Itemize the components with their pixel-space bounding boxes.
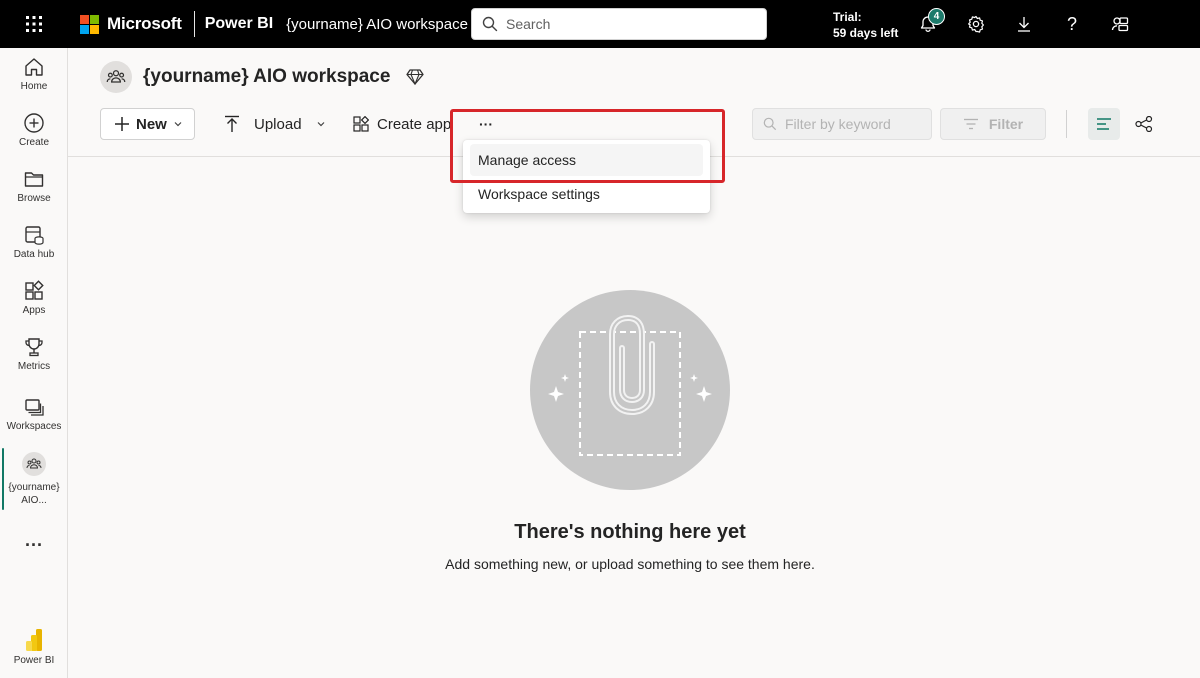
upload-button[interactable]: Upload <box>224 108 326 140</box>
empty-state-title: There's nothing here yet <box>514 521 746 543</box>
more-options-menu: Manage access Workspace settings <box>463 140 710 213</box>
nav-metrics-label: Metrics <box>17 361 51 372</box>
topbar-divider <box>193 11 195 37</box>
notifications-button[interactable]: 4 <box>904 0 952 48</box>
waffle-icon[interactable] <box>0 0 68 48</box>
lineage-view-button[interactable] <box>1128 108 1160 140</box>
menu-item-workspace-settings[interactable]: Workspace settings <box>470 178 703 210</box>
workspaces-icon <box>25 399 44 416</box>
nav-create[interactable]: Create <box>0 112 68 149</box>
nav-current-workspace[interactable]: {yourname} AIO... <box>0 452 68 507</box>
microsoft-logo-icon <box>80 14 99 34</box>
nav-metrics[interactable]: Metrics <box>0 336 68 373</box>
folder-icon <box>24 172 44 187</box>
home-icon <box>25 58 43 76</box>
nav-home-label: Home <box>20 81 48 92</box>
toolbar-divider <box>1066 110 1067 138</box>
trial-days-left: 59 days left <box>833 26 899 40</box>
workspace-header: {yourname} AIO workspace <box>100 61 425 93</box>
search-icon <box>482 16 498 32</box>
more-options-icon: ··· <box>479 116 493 132</box>
nav-powerbi[interactable]: Power BI <box>0 628 68 667</box>
empty-state-subtitle: Add something new, or upload something t… <box>445 556 815 572</box>
create-app-button[interactable]: Create app <box>353 108 451 140</box>
filter-icon <box>963 118 978 130</box>
upload-button-label: Upload <box>254 115 302 133</box>
nav-workspace-label-line1: {yourname} <box>8 482 60 493</box>
create-app-button-label: Create app <box>377 115 452 133</box>
data-hub-icon <box>25 226 44 245</box>
filter-keyword-box[interactable] <box>752 108 932 140</box>
trial-label: Trial: <box>833 10 862 24</box>
gear-icon <box>968 15 984 33</box>
nav-data-hub[interactable]: Data hub <box>0 224 68 261</box>
nav-create-label: Create <box>18 137 49 148</box>
new-button-label: New <box>136 115 167 133</box>
list-view-icon <box>1097 118 1111 130</box>
list-view-button[interactable] <box>1088 108 1120 140</box>
create-icon <box>24 113 44 133</box>
new-button[interactable]: New <box>100 108 195 140</box>
powerbi-logo-icon <box>26 629 42 651</box>
nav-browse[interactable]: Browse <box>0 168 68 205</box>
page-title: {yourname} AIO workspace <box>143 66 391 87</box>
notification-count-badge: 4 <box>928 8 945 25</box>
nav-apps-label: Apps <box>22 305 46 316</box>
top-bar: Microsoft Power BI {yourname} AIO worksp… <box>0 0 1200 48</box>
chevron-down-icon <box>317 122 324 127</box>
toolbar: New Upload Create app ··· Filter by keyw… <box>100 108 1180 140</box>
brand-label: Microsoft <box>107 14 182 33</box>
left-navigation: Home Create Browse Data hub Apps Metrics… <box>0 48 68 678</box>
nav-apps[interactable]: Apps <box>0 280 68 317</box>
upload-icon <box>225 115 239 132</box>
feedback-icon <box>1111 17 1129 32</box>
filter-button-label: Filter <box>988 116 1024 132</box>
workspace-people-icon <box>22 452 46 476</box>
nav-workspaces[interactable]: Workspaces <box>0 396 68 433</box>
microsoft-logo[interactable]: Microsoft <box>80 14 182 34</box>
nav-workspace-label-line2: AIO... <box>21 495 47 506</box>
app-name[interactable]: Power BI <box>205 15 273 33</box>
search-input[interactable] <box>506 16 746 32</box>
search-icon <box>763 117 777 131</box>
menu-item-manage-access[interactable]: Manage access <box>470 144 703 176</box>
nav-data-hub-label: Data hub <box>13 249 55 260</box>
chevron-down-icon <box>174 122 182 127</box>
workspace-people-icon <box>106 70 126 83</box>
lineage-icon <box>1135 116 1153 132</box>
filter-keyword-input[interactable] <box>785 116 925 132</box>
trial-status[interactable]: Trial: 59 days left <box>833 9 898 41</box>
workspace-breadcrumb[interactable]: {yourname} AIO workspace <box>286 16 468 33</box>
feedback-button[interactable] <box>1096 0 1144 48</box>
settings-button[interactable] <box>952 0 1000 48</box>
download-icon <box>1018 17 1030 32</box>
download-button[interactable] <box>1000 0 1048 48</box>
help-button[interactable]: ? <box>1048 0 1096 48</box>
filter-button[interactable]: Filter <box>940 108 1046 140</box>
paperclip-icon <box>548 315 712 456</box>
empty-state-illustration <box>530 290 730 490</box>
plus-icon <box>115 117 129 131</box>
trophy-icon <box>25 338 43 357</box>
nav-browse-label: Browse <box>17 193 51 204</box>
nav-powerbi-label: Power BI <box>13 655 55 666</box>
nav-workspaces-label: Workspaces <box>6 421 62 432</box>
help-icon: ? <box>1066 13 1077 34</box>
search-box[interactable] <box>471 8 767 40</box>
create-app-icon <box>353 116 369 132</box>
premium-diamond-icon[interactable] <box>406 69 425 85</box>
workspace-avatar <box>100 61 132 93</box>
more-options-button[interactable]: ··· <box>470 108 502 140</box>
nav-home[interactable]: Home <box>0 56 68 93</box>
apps-icon <box>25 280 44 300</box>
